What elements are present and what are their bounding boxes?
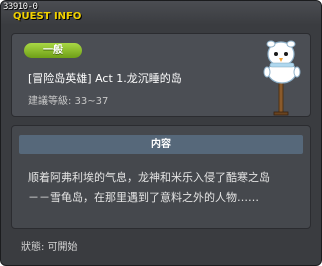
snowman-signpost-icon <box>256 36 306 116</box>
quest-info-window: 33910-0 QUEST INFO 一般 [冒险岛英雄] Act 1.龙沉睡的… <box>0 0 322 266</box>
description-line: 顺着阿弗利埃的气息，龙神和米乐入侵了酷寒之岛 <box>28 171 270 184</box>
content-heading: 内容 <box>19 135 303 154</box>
quest-content-panel: 内容 顺着阿弗利埃的气息，龙神和米乐入侵了酷寒之岛 －－雪龟岛，在那里遇到了意料… <box>11 125 311 229</box>
window-title: QUEST INFO <box>13 11 82 22</box>
description-line: －－雪龟岛，在那里遇到了意料之外的人物…… <box>28 191 259 204</box>
quest-category-badge: 一般 <box>24 43 82 58</box>
quest-name: [冒险岛英雄] Act 1.龙沉睡的岛 <box>28 72 182 85</box>
level-requirement: 建議等級: 33~37 <box>28 96 109 107</box>
quest-status: 狀態: 可開始 <box>21 242 78 253</box>
quest-description: 顺着阿弗利埃的气息，龙神和米乐入侵了酷寒之岛 －－雪龟岛，在那里遇到了意料之外的… <box>28 168 308 208</box>
quest-header-panel: 一般 [冒险岛英雄] Act 1.龙沉睡的岛 建議等級: 33~37 <box>11 33 311 117</box>
title-bar[interactable]: 33910-0 QUEST INFO <box>1 1 321 25</box>
